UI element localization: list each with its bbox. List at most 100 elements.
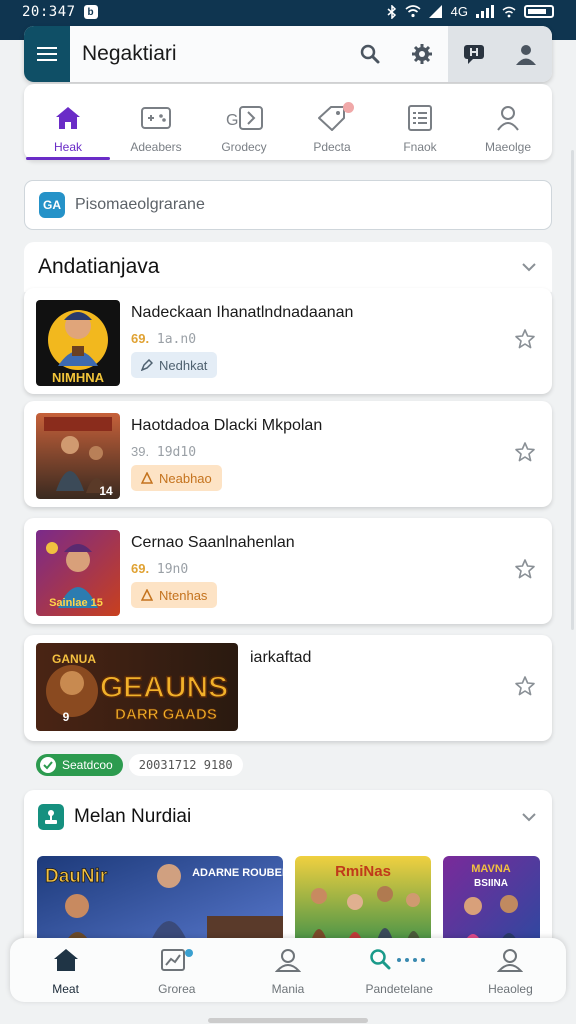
messages-button[interactable] [448,26,500,82]
menu-button[interactable] [24,26,70,82]
game-size: 19d10 [156,445,197,460]
chevron-down-icon [522,263,536,272]
status-badge: Seatdcoo [36,754,123,776]
search-icon [370,949,426,970]
warning-icon [141,589,153,601]
status-label: Seatdcoo [62,758,113,772]
profile-button[interactable] [500,26,552,82]
thumb-caption: Sainlae 15 [49,597,103,609]
app-notification-icon: b [83,5,98,19]
tab-pdecta[interactable]: Pdecta [288,84,376,160]
nav-label: Meat [52,982,79,996]
game-card[interactable]: NIMHNA Nadeckaan Ihanatlndnadaanan 69. 1… [24,288,552,394]
chevron-down-icon [522,813,536,822]
bottom-navigation: Meat Grorea Mania Pandetelane Heaoleg [10,938,566,1002]
tab-home[interactable]: Heak [24,84,112,160]
favorite-star-icon[interactable] [514,675,536,697]
nav-label: Mania [271,982,305,996]
menu-icon [37,47,57,49]
game-card[interactable]: GANUA 9 GEAUNS DARR GAADS iarkaftad [24,635,552,741]
nav-home[interactable]: Meat [10,938,121,1002]
game-title: Cernao Saanlnahenlan [131,534,295,551]
nav-grorea[interactable]: Grorea [121,938,232,1002]
game-badge[interactable]: Neabhao [131,465,222,491]
check-icon [43,761,53,770]
tab-grodecy[interactable]: G Grodecy [200,84,288,160]
tile-caption: DauNir [45,866,108,887]
search-field[interactable]: GA Pisomaeolgrarane [24,180,552,230]
featured-game-tile[interactable]: MAVNA BSIINA [443,856,540,950]
tab-label: Heak [53,140,82,154]
home-icon [53,949,78,971]
game-title: iarkaftad [250,649,312,666]
svg-text:G: G [226,112,238,129]
app-title: Negaktiari [82,42,177,65]
tile-caption: RmiNas [335,863,391,880]
game-price: 69. [131,561,150,576]
chart-icon [160,949,193,971]
game-meta: 39. 19d10 [131,444,196,460]
game-meta: 69. 19n0 [131,561,188,577]
chat-icon [464,45,484,64]
favorite-star-icon[interactable] [514,558,536,580]
app-bar: Negaktiari [24,26,552,82]
bluetooth-icon [387,4,396,19]
account-icon [497,949,524,972]
badge-label: Ntenhas [159,587,208,603]
section-title: Andatianjava [38,255,160,278]
status-date: 20031712 9180 [128,754,243,776]
search-placeholder: Pisomaeolgrarane [75,196,205,213]
game-price: 69. [131,331,150,346]
search-button[interactable] [344,26,396,82]
favorite-star-icon[interactable] [514,441,536,463]
tab-fnaok[interactable]: Fnaok [376,84,464,160]
favorite-star-icon[interactable] [514,328,536,350]
nav-label: Pandetelane [365,982,433,996]
game-badge[interactable]: Nedhkat [131,352,218,378]
joystick-icon [38,804,64,830]
game-thumbnail: Sainlae 15 [36,530,120,616]
featured-game-tile[interactable]: RmiNas [295,856,431,950]
game-thumbnail: NIMHNA [36,300,120,386]
section-header[interactable]: Melan Nurdiai [24,790,552,844]
gear-icon [412,44,432,64]
home-icon [56,107,80,129]
wifi-icon [405,5,421,18]
network-type: 4G [450,4,468,19]
tab-label: Maeolge [484,140,532,154]
cards-icon: G [226,106,263,130]
gesture-bar[interactable] [208,1018,368,1023]
banner-subtitle: DARR GAADS [115,706,217,723]
featured-section: Melan Nurdiai DauNir ADARNE ROUBER RmiNa… [24,790,552,950]
tab-maeolge[interactable]: Maeolge [464,84,552,160]
settings-button[interactable] [396,26,448,82]
nav-mania[interactable]: Mania [232,938,343,1002]
search-badge-icon: GA [39,192,65,218]
featured-game-tile[interactable]: DauNir ADARNE ROUBER [37,856,283,950]
wifi-small-icon [502,6,516,17]
section-title: Melan Nurdiai [74,806,192,827]
status-time: 20:347 [22,4,76,20]
game-card[interactable]: 14 Haotdadoa Dlacki Mkpolan 39. 19d10 Ne… [24,401,552,507]
nav-search[interactable]: Pandetelane [344,938,455,1002]
tab-label: Grodecy [221,140,267,154]
game-badge[interactable]: Ntenhas [131,582,218,608]
scrollbar[interactable] [571,150,574,630]
game-banner: GANUA 9 GEAUNS DARR GAADS [36,643,238,731]
banner-title: GEAUNS [100,671,228,704]
game-card[interactable]: Sainlae 15 Cernao Saanlnahenlan 69. 19n0… [24,518,552,624]
game-title: Nadeckaan Ihanatlndnadaanan [131,304,354,321]
list-icon [408,105,432,131]
game-price: 39. [131,444,150,459]
nav-label: Heaoleg [488,982,533,996]
tile-subcaption: ADARNE ROUBER [192,867,283,879]
category-tabs: Heak Adeabers G Grodecy Pdecta Fnaok Mae… [24,84,552,160]
tab-adeabers[interactable]: Adeabers [112,84,200,160]
game-thumbnail: 14 [36,413,120,499]
edit-icon [141,359,153,371]
nav-account[interactable]: Heaoleg [455,938,566,1002]
profile-icon [275,949,301,972]
section-header[interactable]: Andatianjava [24,242,552,292]
warning-icon [141,472,153,484]
controller-icon [141,107,171,129]
